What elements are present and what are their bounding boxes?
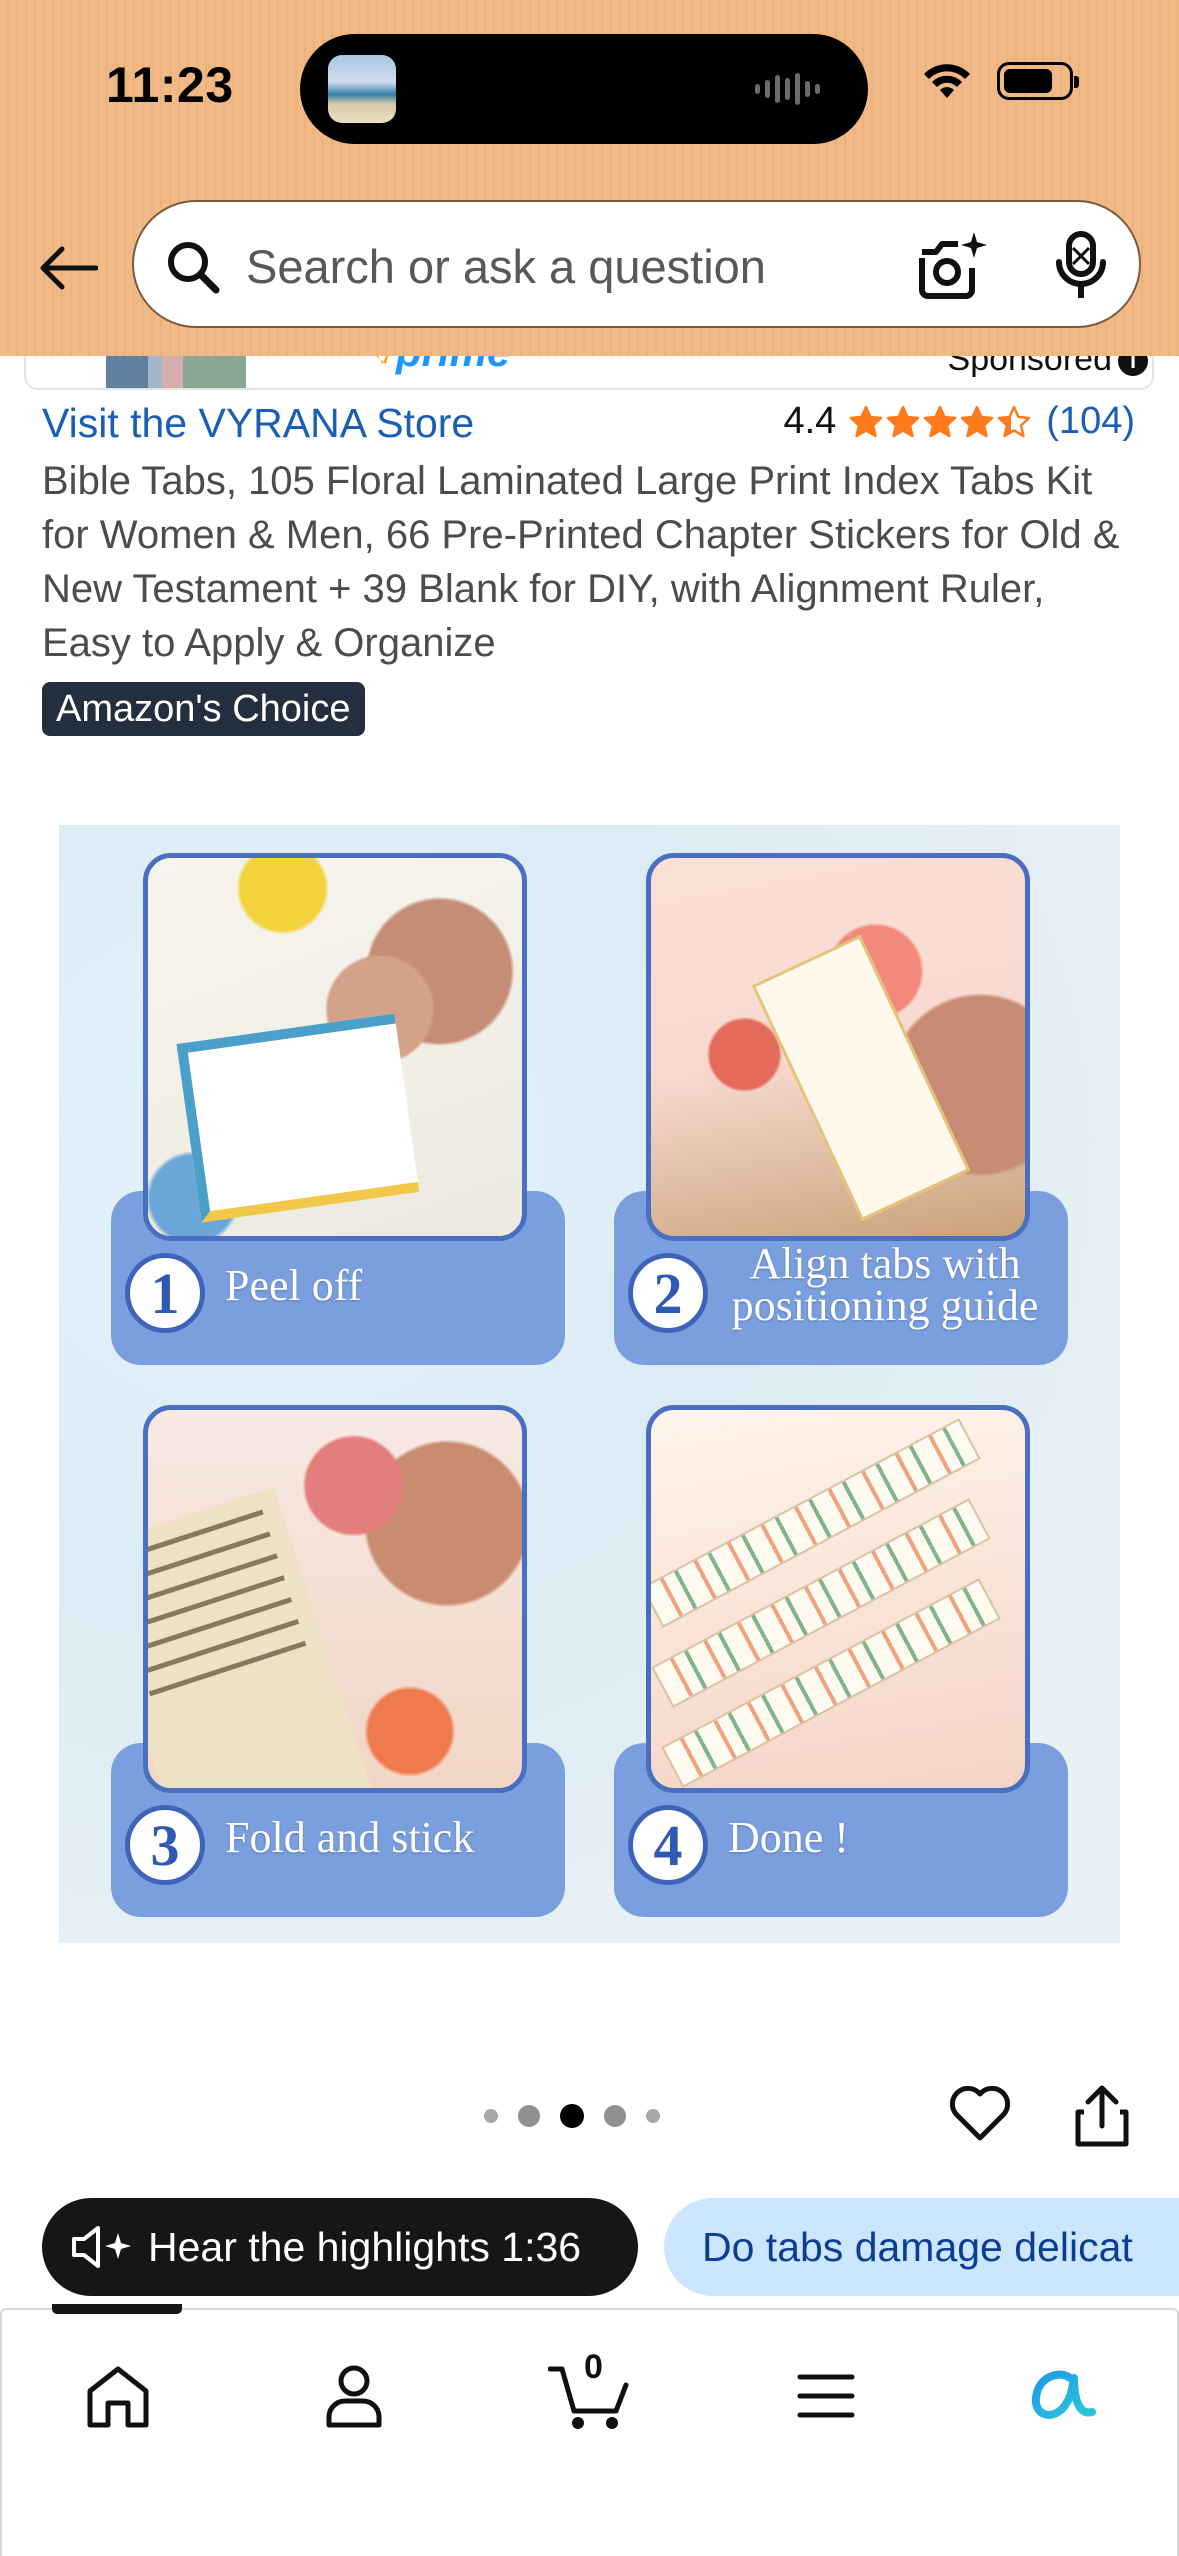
hear-highlights-button[interactable]: Hear the highlights 1:36 (42, 2198, 638, 2296)
active-tab-indicator (52, 2304, 182, 2314)
carousel-dot[interactable] (604, 2105, 626, 2127)
star-full-icon (887, 405, 920, 437)
step-2-text: Align tabs with positioning guide (731, 1239, 1039, 1330)
wifi-icon (924, 64, 970, 98)
star-partial-icon (998, 405, 1031, 437)
battery-icon (997, 62, 1079, 100)
carousel-dot[interactable] (646, 2109, 660, 2123)
audio-waveform-icon (755, 72, 820, 106)
carousel-dot[interactable] (484, 2109, 498, 2123)
suggested-question-chip[interactable]: Do tabs damage delicat (664, 2198, 1179, 2296)
speaker-sparkle-icon (72, 2226, 131, 2268)
back-arrow-icon (40, 246, 98, 290)
camera-sparkle-icon (919, 232, 987, 299)
rating-summary[interactable]: 4.4 (104) (783, 400, 1135, 443)
share-button[interactable] (1072, 2082, 1132, 2148)
step-card-3: 3 Fold and stick (111, 1405, 565, 1917)
step-card-1: 1 Peel off (111, 853, 565, 1365)
heart-icon (949, 2085, 1011, 2141)
search-input[interactable] (246, 226, 946, 306)
microphone-icon (1056, 231, 1106, 298)
search-icon (168, 242, 220, 294)
star-full-icon (961, 405, 994, 437)
status-time: 11:23 (106, 57, 234, 113)
back-button[interactable] (36, 236, 100, 300)
nav-menu[interactable] (776, 2346, 876, 2446)
status-icons (921, 62, 1079, 100)
review-count-link[interactable]: (104) (1046, 400, 1135, 443)
voice-search-button[interactable] (1046, 228, 1116, 304)
home-icon (87, 2366, 149, 2428)
step-1-text: Peel off (225, 1261, 363, 1310)
menu-icon (797, 2374, 855, 2418)
camera-search-button[interactable] (914, 228, 990, 304)
nav-home[interactable] (68, 2346, 168, 2446)
hear-highlights-label: Hear the highlights 1:36 (148, 2223, 582, 2270)
image-carousel-pager[interactable] (484, 2104, 660, 2128)
step-3-text: Fold and stick (225, 1813, 475, 1862)
nav-cart[interactable]: 0 (540, 2346, 640, 2446)
rufus-icon (1031, 2370, 1096, 2419)
step-card-2: 2 Align tabs with positioning guide (614, 853, 1068, 1365)
share-icon (1075, 2085, 1129, 2147)
step-3-number: 3 (125, 1805, 205, 1885)
search-bar[interactable] (132, 200, 1141, 328)
dynamic-island (300, 34, 868, 144)
nav-account[interactable] (304, 2346, 404, 2446)
step-1-photo (143, 853, 527, 1241)
now-playing-artwork (328, 55, 396, 123)
carousel-dot[interactable] (518, 2105, 540, 2127)
step-1-number: 1 (125, 1253, 205, 1333)
account-icon (326, 2365, 382, 2428)
product-image[interactable]: 1 Peel off 2 Align tabs with positioning… (59, 825, 1120, 1943)
wishlist-button[interactable] (948, 2082, 1012, 2146)
step-card-4: 4 Done ! (614, 1405, 1068, 1917)
star-rating (848, 405, 1032, 439)
product-title: Bible Tabs, 105 Floral Laminated Large P… (42, 459, 1120, 665)
amazons-choice-badge: Amazon's Choice (42, 682, 365, 736)
rating-value: 4.4 (783, 400, 837, 442)
step-3-photo (143, 1405, 527, 1793)
app-header: 11:23 (0, 0, 1179, 356)
star-full-icon (924, 405, 957, 437)
nav-rufus[interactable] (1012, 2346, 1112, 2446)
step-4-photo (646, 1405, 1030, 1793)
step-2-photo (646, 853, 1030, 1241)
store-link[interactable]: Visit the VYRANA Store (42, 400, 474, 447)
sponsored-product-thumbnail (106, 350, 246, 388)
step-4-text: Done ! (728, 1813, 849, 1862)
star-full-icon (850, 405, 883, 437)
carousel-dot[interactable] (560, 2104, 584, 2128)
step-4-number: 4 (628, 1805, 708, 1885)
step-2-number: 2 (628, 1253, 708, 1333)
cart-count: 0 (584, 2348, 603, 2386)
